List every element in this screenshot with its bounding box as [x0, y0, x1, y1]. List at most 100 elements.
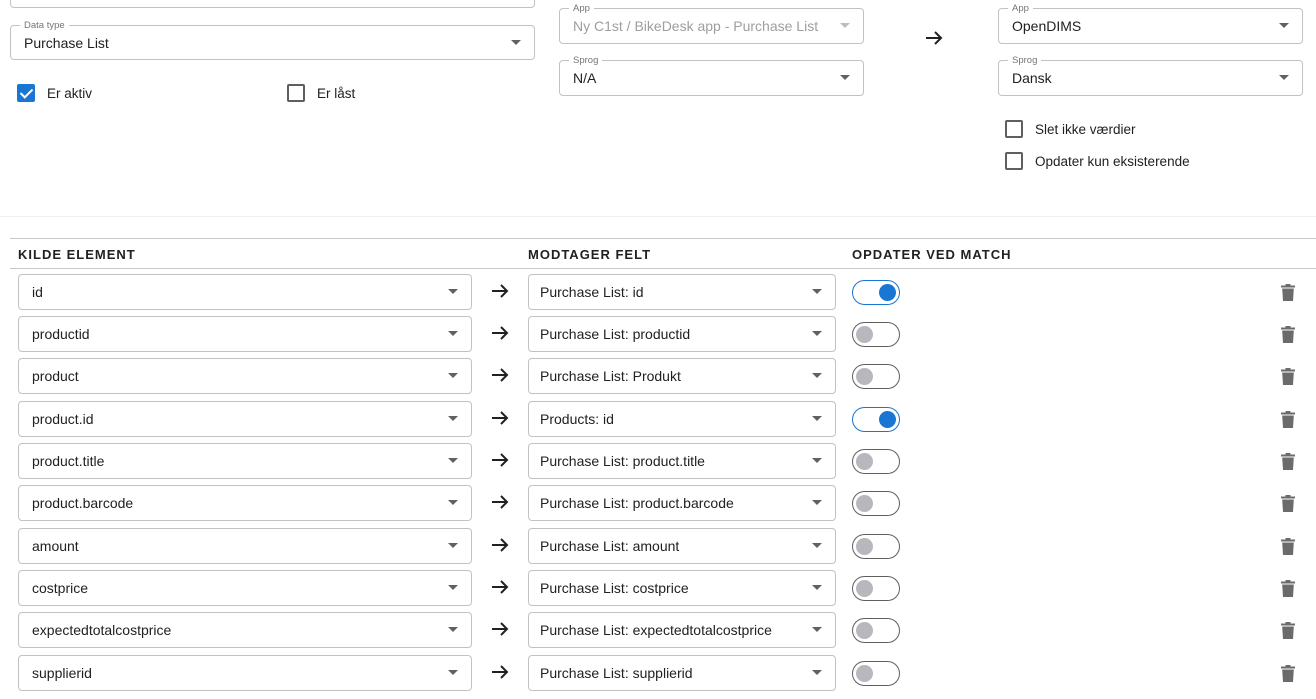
table-row: product.title Purchase List: product.tit…	[0, 443, 1316, 479]
to-app-legend: App	[1008, 3, 1033, 14]
update-on-match-toggle[interactable]	[852, 407, 900, 432]
source-element-select[interactable]: product.title	[18, 443, 472, 479]
source-element-select[interactable]: expectedtotalcostprice	[18, 612, 472, 648]
source-element-select[interactable]: amount	[18, 528, 472, 564]
update-on-match-toggle[interactable]	[852, 576, 900, 601]
update-on-match-toggle[interactable]	[852, 491, 900, 516]
update-on-match-toggle[interactable]	[852, 364, 900, 389]
source-element-select[interactable]: product.barcode	[18, 485, 472, 521]
source-element-select[interactable]: product.id	[18, 401, 472, 437]
chevron-down-icon	[812, 585, 822, 590]
target-field-value: Purchase List: costprice	[540, 580, 689, 596]
is-locked-checkbox[interactable]	[287, 84, 305, 102]
source-element-select[interactable]: productid	[18, 316, 472, 352]
update-on-match-toggle[interactable]	[852, 280, 900, 305]
chevron-down-icon	[448, 500, 458, 505]
data-type-select[interactable]: Data type Purchase List	[10, 20, 535, 60]
arrow-right-icon	[492, 284, 509, 298]
source-element-select[interactable]: costprice	[18, 570, 472, 606]
chevron-down-icon	[1279, 23, 1289, 28]
from-language-legend: Sprog	[569, 55, 603, 66]
from-app-value: Ny C1st / BikeDesk app - Purchase List	[573, 18, 819, 34]
header-target-field: MODTAGER FELT	[528, 247, 652, 262]
to-app-value: OpenDIMS	[1012, 18, 1082, 34]
source-element-select[interactable]: product	[18, 358, 472, 394]
source-element-select[interactable]: id	[18, 274, 472, 310]
is-active-label: Er aktiv	[47, 86, 93, 101]
chevron-down-icon	[448, 627, 458, 632]
target-field-select[interactable]: Purchase List: Produkt	[528, 358, 836, 394]
update-existing-only-label: Opdater kun eksisterende	[1035, 154, 1190, 169]
table-row: expectedtotalcostprice Purchase List: ex…	[0, 612, 1316, 648]
data-type-legend: Data type	[20, 20, 69, 31]
trash-icon[interactable]	[1281, 411, 1295, 428]
trash-icon[interactable]	[1281, 326, 1295, 343]
arrow-right-icon	[492, 411, 509, 425]
target-field-value: Products: id	[540, 411, 614, 427]
target-field-value: Purchase List: productid	[540, 326, 691, 342]
source-element-value: product.barcode	[32, 495, 134, 511]
chevron-down-icon	[448, 585, 458, 590]
top-partial-field[interactable]	[10, 0, 535, 8]
chevron-down-icon	[812, 331, 822, 336]
arrow-right-icon	[492, 453, 509, 467]
arrow-right-icon	[492, 622, 509, 636]
table-top-border	[10, 238, 1316, 239]
to-language-select[interactable]: Sprog Dansk	[998, 55, 1303, 96]
to-app-select[interactable]: App OpenDIMS	[998, 3, 1303, 44]
target-field-select[interactable]: Purchase List: product.title	[528, 443, 836, 479]
target-field-select[interactable]: Products: id	[528, 401, 836, 437]
update-on-match-toggle[interactable]	[852, 661, 900, 686]
chevron-down-icon	[511, 39, 521, 45]
table-row: product Purchase List: Produkt	[0, 358, 1316, 394]
trash-icon[interactable]	[1281, 538, 1295, 555]
target-field-select[interactable]: Purchase List: costprice	[528, 570, 836, 606]
dont-delete-checkbox[interactable]	[1005, 120, 1023, 138]
chevron-down-icon	[1279, 75, 1289, 80]
update-existing-only-checkbox[interactable]	[1005, 152, 1023, 170]
update-on-match-toggle[interactable]	[852, 534, 900, 559]
chevron-down-icon	[840, 75, 850, 80]
table-row: supplierid Purchase List: supplierid	[0, 655, 1316, 691]
chevron-down-icon	[448, 289, 458, 294]
header-source-element: KILDE ELEMENT	[18, 247, 136, 262]
table-row: product.id Products: id	[0, 401, 1316, 437]
target-field-select[interactable]: Purchase List: supplierid	[528, 655, 836, 691]
source-element-value: supplierid	[32, 665, 92, 681]
target-field-value: Purchase List: supplierid	[540, 665, 693, 681]
toggle-knob	[856, 326, 873, 343]
trash-icon[interactable]	[1281, 368, 1295, 385]
chevron-down-icon	[812, 458, 822, 463]
update-on-match-toggle[interactable]	[852, 322, 900, 347]
target-field-value: Purchase List: product.barcode	[540, 495, 734, 511]
target-field-select[interactable]: Purchase List: product.barcode	[528, 485, 836, 521]
source-element-value: product.id	[32, 411, 94, 427]
chevron-down-icon	[448, 543, 458, 548]
arrow-right-icon	[492, 326, 509, 340]
from-language-value: N/A	[573, 70, 597, 86]
trash-icon[interactable]	[1281, 284, 1295, 301]
source-element-value: product.title	[32, 453, 105, 469]
is-active-checkbox[interactable]	[17, 84, 35, 102]
trash-icon[interactable]	[1281, 580, 1295, 597]
trash-icon[interactable]	[1281, 453, 1295, 470]
trash-icon[interactable]	[1281, 665, 1295, 682]
target-field-select[interactable]: Purchase List: expectedtotalcostprice	[528, 612, 836, 648]
target-field-select[interactable]: Purchase List: id	[528, 274, 836, 310]
target-field-select[interactable]: Purchase List: amount	[528, 528, 836, 564]
dont-delete-label: Slet ikke værdier	[1035, 122, 1136, 137]
chevron-down-icon	[448, 373, 458, 378]
trash-icon[interactable]	[1281, 622, 1295, 639]
arrow-right-icon	[492, 580, 509, 594]
target-field-value: Purchase List: id	[540, 284, 644, 300]
update-on-match-toggle[interactable]	[852, 449, 900, 474]
source-element-select[interactable]: supplierid	[18, 655, 472, 691]
chevron-down-icon	[840, 23, 850, 28]
chevron-down-icon	[812, 627, 822, 632]
target-field-select[interactable]: Purchase List: productid	[528, 316, 836, 352]
from-language-select[interactable]: Sprog N/A	[559, 55, 864, 96]
toggle-knob	[856, 538, 873, 555]
toggle-knob	[856, 368, 873, 385]
trash-icon[interactable]	[1281, 495, 1295, 512]
update-on-match-toggle[interactable]	[852, 618, 900, 643]
